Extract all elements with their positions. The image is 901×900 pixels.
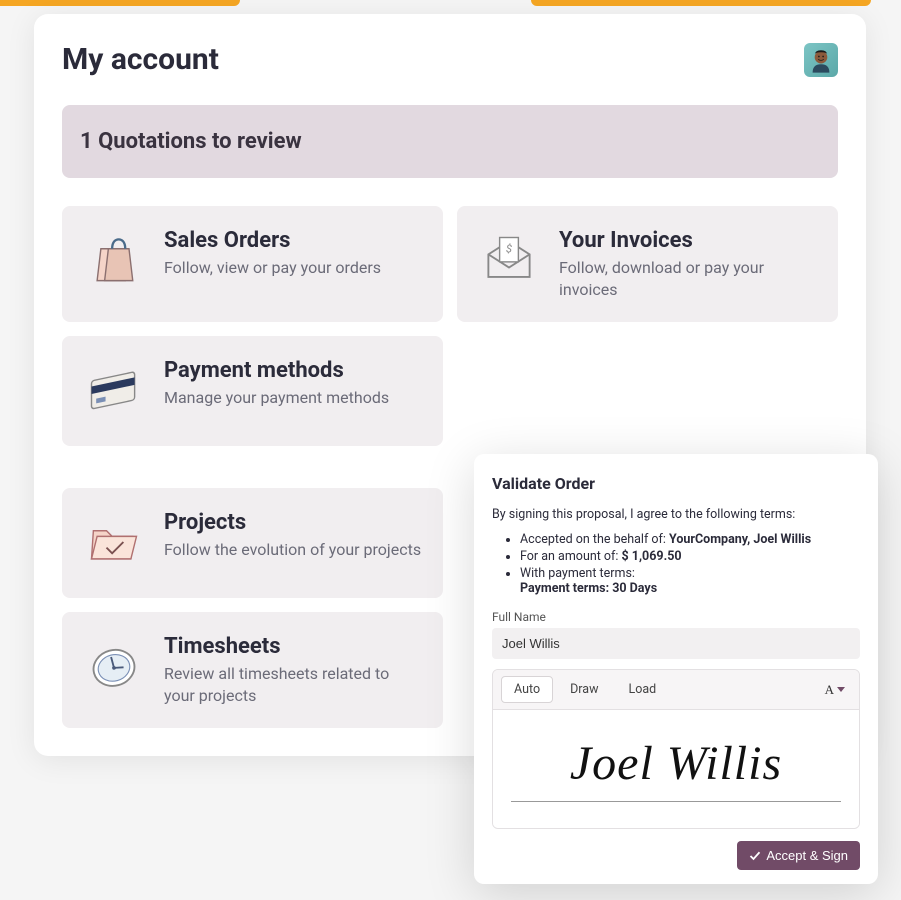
modal-footer: Accept & Sign xyxy=(492,841,860,870)
tile-desc: Follow the evolution of your projects xyxy=(164,539,423,561)
signature-canvas[interactable]: Joel Willis xyxy=(493,710,859,828)
tile-title: Sales Orders xyxy=(164,228,423,253)
clock-icon xyxy=(82,634,146,698)
tile-title: Projects xyxy=(164,510,423,535)
validate-order-modal: Validate Order By signing this proposal,… xyxy=(474,454,878,884)
fullname-label: Full Name xyxy=(492,610,860,624)
fullname-input[interactable] xyxy=(492,628,860,659)
invoice-icon: $ xyxy=(477,228,541,292)
term-payment-value: Payment terms: 30 Days xyxy=(520,581,657,596)
tile-desc: Review all timesheets related to your pr… xyxy=(164,663,423,706)
signature-panel: Auto Draw Load A Joel Willis xyxy=(492,669,860,829)
accept-sign-button[interactable]: Accept & Sign xyxy=(737,841,860,870)
quotations-banner-text: 1 Quotations to review xyxy=(80,129,820,154)
term-payment: With payment terms: Payment terms: 30 Da… xyxy=(520,566,860,596)
term-accepted-entity: YourCompany, Joel Willis xyxy=(669,532,811,547)
modal-intro: By signing this proposal, I agree to the… xyxy=(492,507,860,522)
signature-display: Joel Willis xyxy=(570,736,782,791)
accent-bar-left xyxy=(0,0,240,6)
tile-desc: Follow, download or pay your invoices xyxy=(559,257,818,300)
tile-title: Timesheets xyxy=(164,634,423,659)
term-payment-label: With payment terms: xyxy=(520,566,635,581)
sig-tab-draw[interactable]: Draw xyxy=(557,676,611,703)
tile-desc: Follow, view or pay your orders xyxy=(164,257,423,279)
font-selector[interactable]: A xyxy=(819,678,851,702)
tile-projects[interactable]: Projects Follow the evolution of your pr… xyxy=(62,488,443,598)
check-icon xyxy=(749,850,761,862)
sig-tab-load[interactable]: Load xyxy=(615,676,669,703)
svg-text:$: $ xyxy=(506,243,512,256)
account-header: My account xyxy=(62,42,838,77)
avatar[interactable] xyxy=(804,43,838,77)
modal-terms-list: Accepted on the behalf of: YourCompany, … xyxy=(492,532,860,596)
tile-desc: Manage your payment methods xyxy=(164,387,423,409)
sig-tab-auto[interactable]: Auto xyxy=(501,676,553,703)
tile-payment-methods[interactable]: Payment methods Manage your payment meth… xyxy=(62,336,443,446)
modal-title: Validate Order xyxy=(492,474,860,493)
avatar-face-icon xyxy=(807,46,835,74)
accept-sign-label: Accept & Sign xyxy=(766,848,848,863)
signature-baseline xyxy=(511,801,841,802)
credit-card-icon xyxy=(82,358,146,422)
term-accepted-prefix: Accepted on the behalf of: xyxy=(520,532,669,547)
term-amount-value: $ 1,069.50 xyxy=(622,549,682,564)
tile-title: Your Invoices xyxy=(559,228,818,253)
tile-title: Payment methods xyxy=(164,358,423,383)
term-accepted: Accepted on the behalf of: YourCompany, … xyxy=(520,532,860,547)
accent-bar-right xyxy=(531,0,871,6)
quotations-banner[interactable]: 1 Quotations to review xyxy=(62,105,838,178)
folder-check-icon xyxy=(82,510,146,574)
signature-tabs: Auto Draw Load A xyxy=(493,670,859,710)
term-amount: For an amount of: $ 1,069.50 xyxy=(520,549,860,564)
term-amount-prefix: For an amount of: xyxy=(520,549,622,564)
tile-timesheets[interactable]: Timesheets Review all timesheets related… xyxy=(62,612,443,728)
page-title: My account xyxy=(62,42,219,77)
shopping-bag-icon xyxy=(82,228,146,292)
tile-sales-orders[interactable]: Sales Orders Follow, view or pay your or… xyxy=(62,206,443,322)
caret-down-icon xyxy=(837,687,845,692)
font-selector-label: A xyxy=(825,682,834,698)
tile-invoices[interactable]: $ Your Invoices Follow, download or pay … xyxy=(457,206,838,322)
